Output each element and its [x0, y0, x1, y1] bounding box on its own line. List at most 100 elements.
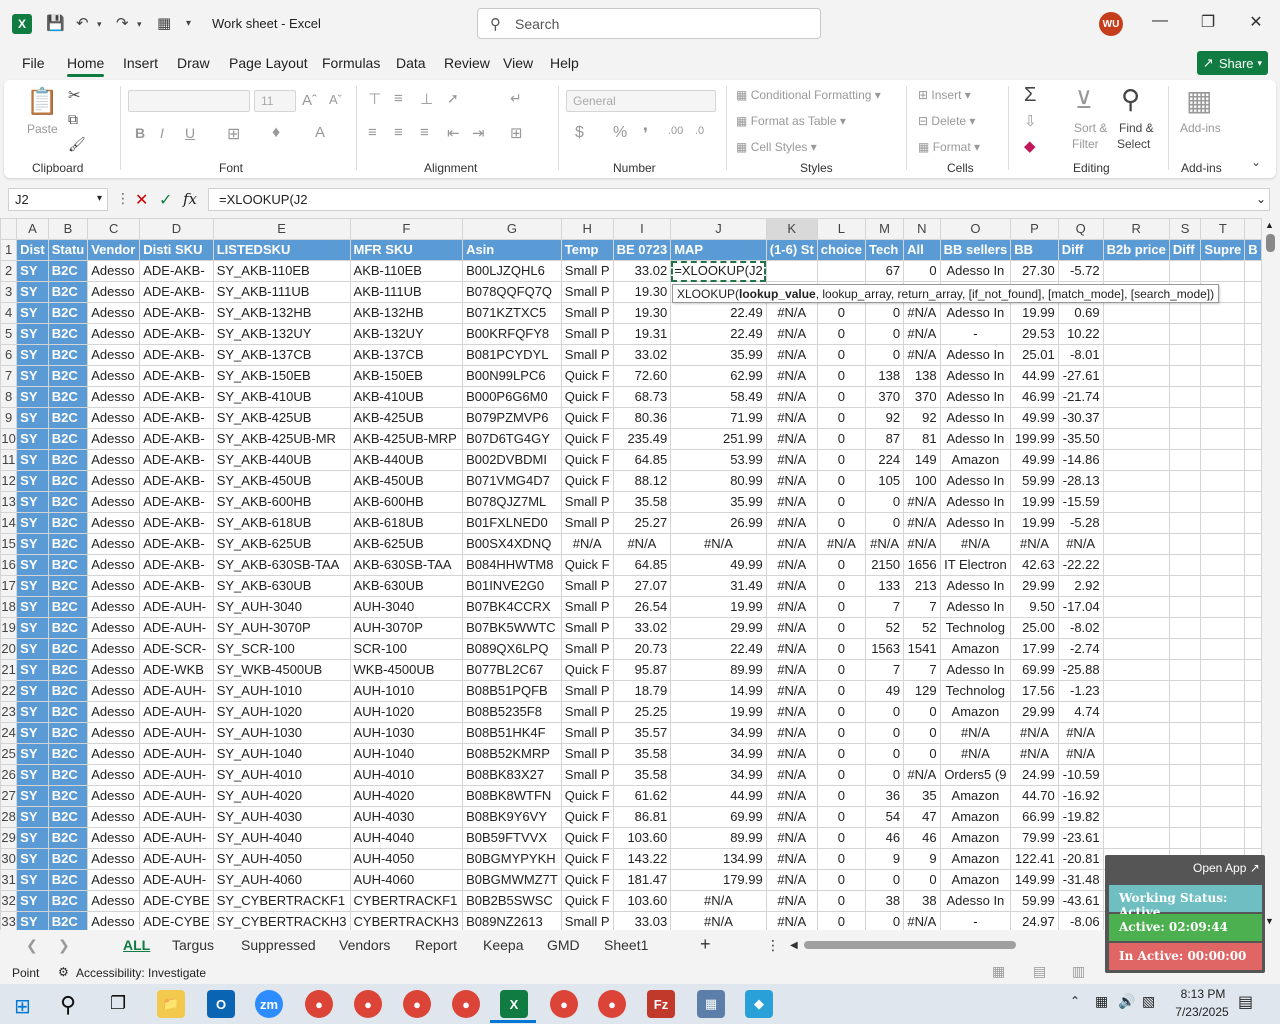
- cell[interactable]: SY_AUH-4020: [212, 785, 351, 807]
- cell[interactable]: 0: [816, 659, 866, 681]
- cell[interactable]: [1200, 386, 1246, 408]
- cell[interactable]: [1102, 323, 1170, 345]
- volume-icon[interactable]: 🔊: [1118, 993, 1135, 1010]
- cell[interactable]: 89.99: [670, 659, 767, 681]
- accessibility-status[interactable]: Accessibility: Investigate: [76, 966, 206, 980]
- cell[interactable]: 129: [903, 680, 941, 702]
- scroll-up-icon[interactable]: ▲: [1265, 220, 1274, 230]
- cell[interactable]: Technolog: [939, 617, 1012, 639]
- cell[interactable]: AUH-3040: [349, 596, 464, 618]
- cell[interactable]: #N/A: [765, 323, 818, 345]
- cell[interactable]: [1168, 512, 1202, 534]
- cell[interactable]: ADE-AKB-: [139, 365, 214, 387]
- cell[interactable]: Adesso: [87, 260, 141, 282]
- cell[interactable]: SY: [16, 365, 49, 387]
- cell[interactable]: 134.99: [670, 848, 767, 870]
- cell[interactable]: 0: [816, 890, 866, 912]
- cell[interactable]: #N/A: [765, 596, 818, 618]
- column-title-cell[interactable]: Disti SKU: [139, 239, 214, 261]
- column-title-cell[interactable]: All: [903, 239, 941, 261]
- cell[interactable]: 10.22: [1057, 323, 1104, 345]
- cell[interactable]: [1168, 302, 1202, 324]
- menu-formulas[interactable]: Formulas: [322, 55, 380, 71]
- cell[interactable]: #N/A: [670, 890, 767, 912]
- cell[interactable]: SY_WKB-4500UB: [212, 659, 351, 681]
- cell[interactable]: [1102, 470, 1170, 492]
- cell[interactable]: 0: [816, 743, 866, 765]
- cell[interactable]: #N/A: [765, 701, 818, 723]
- cell[interactable]: B2C: [47, 323, 89, 345]
- taskbar-search-icon[interactable]: ⚲: [60, 992, 76, 1018]
- cut-icon[interactable]: ✂: [68, 86, 81, 104]
- cell[interactable]: 19.99: [1010, 302, 1059, 324]
- cell[interactable]: Adesso: [87, 596, 141, 618]
- cell-table[interactable]: ABCDEFGHIJKLMNOPQRST 1 Dist Statu Vendor Dis…: [0, 218, 1262, 930]
- cell[interactable]: 19.31: [612, 323, 672, 345]
- cell[interactable]: 0: [903, 869, 941, 891]
- cell[interactable]: 47: [903, 806, 941, 828]
- align-center-icon[interactable]: ≡: [394, 124, 403, 141]
- cell[interactable]: 0: [816, 617, 866, 639]
- cell[interactable]: B2C: [47, 554, 89, 576]
- row-header[interactable]: 16: [0, 554, 18, 576]
- cell[interactable]: SY_AKB-132HB: [212, 302, 351, 324]
- percent-icon[interactable]: %: [613, 124, 627, 142]
- cell[interactable]: B2C: [47, 260, 89, 282]
- cell[interactable]: AKB-425UB-MRP: [349, 428, 464, 450]
- comma-icon[interactable]: ❜: [643, 124, 648, 144]
- cell[interactable]: 0: [903, 743, 941, 765]
- save-icon[interactable]: 💾: [46, 14, 65, 32]
- cell[interactable]: B2C: [47, 638, 89, 660]
- cell[interactable]: 0: [816, 386, 866, 408]
- cell[interactable]: 87: [864, 428, 905, 450]
- cell[interactable]: 0: [816, 785, 866, 807]
- cell[interactable]: Small P: [560, 302, 614, 324]
- form-icon[interactable]: ▦: [157, 14, 171, 32]
- cell[interactable]: SY_AUH-1040: [212, 743, 351, 765]
- cell[interactable]: [1102, 827, 1170, 849]
- cell[interactable]: Adesso: [87, 659, 141, 681]
- cell[interactable]: B2C: [47, 617, 89, 639]
- worksheet-grid[interactable]: ABCDEFGHIJKLMNOPQRST 1 Dist Statu Vendor Dis…: [0, 218, 1262, 930]
- cell[interactable]: SY_AUH-4060: [212, 869, 351, 891]
- cell[interactable]: ADE-AUH-: [139, 722, 214, 744]
- cell[interactable]: Adesso: [87, 911, 141, 930]
- formula-input[interactable]: =XLOOKUP(J2: [208, 188, 1270, 211]
- cell[interactable]: 103.60: [612, 827, 672, 849]
- cell[interactable]: 34.99: [670, 722, 767, 744]
- cell[interactable]: 0: [816, 596, 866, 618]
- cell[interactable]: [1244, 491, 1262, 513]
- cell[interactable]: Adesso: [87, 743, 141, 765]
- cell[interactable]: [1200, 302, 1246, 324]
- cell[interactable]: #N/A: [1010, 722, 1059, 744]
- cell[interactable]: Adesso In: [939, 659, 1012, 681]
- cell[interactable]: 22.49: [670, 638, 767, 660]
- cell[interactable]: SY: [16, 659, 49, 681]
- cell[interactable]: 0: [816, 470, 866, 492]
- cell[interactable]: #N/A: [903, 911, 941, 930]
- cell[interactable]: AUH-1020: [349, 701, 464, 723]
- cell[interactable]: [1168, 785, 1202, 807]
- cell[interactable]: AUH-1030: [349, 722, 464, 744]
- cell[interactable]: B2C: [47, 491, 89, 513]
- cell[interactable]: AUH-4030: [349, 806, 464, 828]
- cell[interactable]: B2C: [47, 785, 89, 807]
- cell[interactable]: Amazon: [939, 869, 1012, 891]
- cell[interactable]: -35.50: [1057, 428, 1104, 450]
- cell[interactable]: #N/A: [765, 512, 818, 534]
- cell[interactable]: B01FXLNED0: [462, 512, 562, 534]
- cell[interactable]: Amazon: [939, 827, 1012, 849]
- cell[interactable]: 0: [816, 407, 866, 429]
- cell[interactable]: ADE-CYBE: [139, 911, 214, 930]
- column-title-cell[interactable]: Diff: [1057, 239, 1104, 261]
- cell[interactable]: #N/A: [765, 302, 818, 324]
- cell[interactable]: [1102, 386, 1170, 408]
- cell[interactable]: -43.61: [1057, 890, 1104, 912]
- cell[interactable]: B078QQFQ7Q: [462, 281, 562, 303]
- cell[interactable]: SY_AUH-1030: [212, 722, 351, 744]
- cell[interactable]: Quick F: [560, 554, 614, 576]
- cell[interactable]: Adesso: [87, 386, 141, 408]
- cell[interactable]: AKB-600HB: [349, 491, 464, 513]
- cell[interactable]: -28.13: [1057, 470, 1104, 492]
- cell[interactable]: SY_AUH-1020: [212, 701, 351, 723]
